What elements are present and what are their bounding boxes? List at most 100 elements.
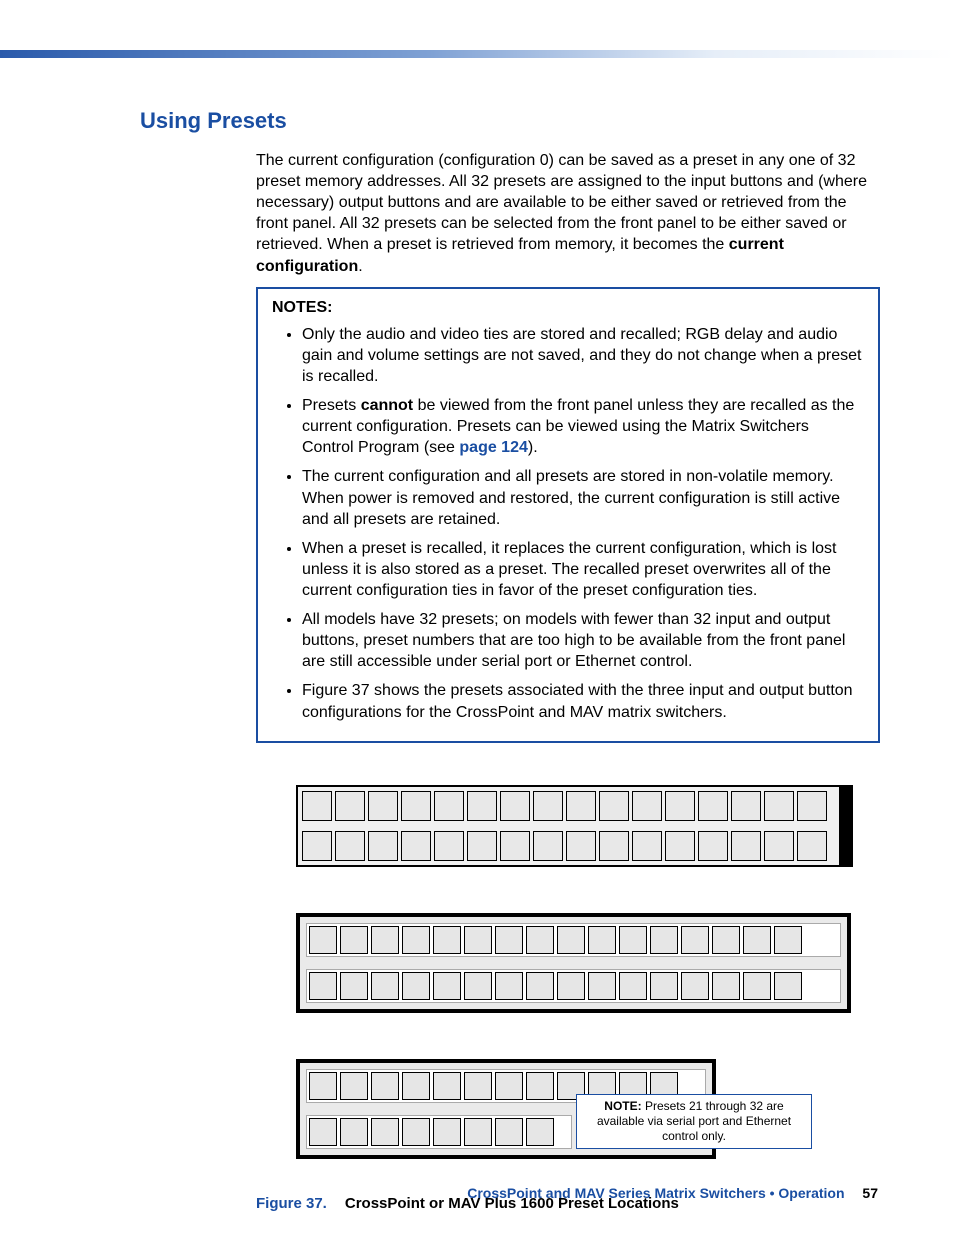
preset-button (500, 791, 530, 821)
preset-button (309, 1072, 337, 1100)
preset-button (566, 791, 596, 821)
preset-button (797, 791, 827, 821)
preset-button (464, 1072, 492, 1100)
preset-button (340, 1072, 368, 1100)
preset-button (371, 926, 399, 954)
footer-text: CrossPoint and MAV Series Matrix Switche… (467, 1185, 844, 1201)
page-link[interactable]: page 124 (459, 439, 527, 456)
preset-button (533, 791, 563, 821)
preset-button (368, 791, 398, 821)
preset-button (650, 972, 678, 1000)
preset-button (464, 1118, 492, 1146)
preset-button (665, 791, 695, 821)
preset-button (335, 791, 365, 821)
button-row (306, 923, 841, 957)
preset-button (335, 831, 365, 861)
preset-button (526, 926, 554, 954)
preset-button (434, 791, 464, 821)
preset-button (619, 926, 647, 954)
preset-button (774, 972, 802, 1000)
preset-button (433, 1072, 461, 1100)
panel-frame (296, 785, 841, 867)
preset-button (495, 972, 523, 1000)
preset-button (632, 791, 662, 821)
note-item: When a preset is recalled, it replaces t… (302, 538, 864, 601)
panel-frame (296, 913, 851, 1013)
preset-button (599, 791, 629, 821)
preset-button (764, 831, 794, 861)
panel-end-block (839, 785, 853, 867)
page-number: 57 (862, 1185, 878, 1201)
preset-button (309, 1118, 337, 1146)
preset-button (557, 972, 585, 1000)
preset-button (712, 926, 740, 954)
preset-button (495, 1072, 523, 1100)
note-text: When a preset is recalled, it replaces t… (302, 540, 836, 599)
preset-button (588, 926, 616, 954)
preset-button (526, 972, 554, 1000)
preset-button (526, 1072, 554, 1100)
preset-button (309, 972, 337, 1000)
preset-button (619, 972, 647, 1000)
preset-button (402, 1072, 430, 1100)
preset-button (764, 791, 794, 821)
preset-button (464, 926, 492, 954)
preset-button (340, 926, 368, 954)
button-row (302, 831, 835, 861)
preset-button (743, 972, 771, 1000)
preset-button (464, 972, 492, 1000)
preset-button (731, 831, 761, 861)
preset-button (712, 972, 740, 1000)
preset-button (433, 972, 461, 1000)
preset-button (402, 1118, 430, 1146)
preset-button (402, 926, 430, 954)
panel-diagram-a (296, 785, 880, 867)
note-text: All models have 32 presets; on models wi… (302, 611, 845, 670)
preset-button (368, 831, 398, 861)
figure-number: Figure 37. (256, 1195, 327, 1212)
button-row (306, 969, 841, 1003)
inset-note-label: NOTE: (604, 1099, 641, 1113)
preset-button (340, 1118, 368, 1146)
preset-button (467, 831, 497, 861)
note-item: All models have 32 presets; on models wi… (302, 609, 864, 672)
preset-button (566, 831, 596, 861)
note-item: The current configuration and all preset… (302, 466, 864, 529)
figure-area: NOTE: Presets 21 through 32 are availabl… (296, 785, 880, 1159)
preset-button (731, 791, 761, 821)
page: Using Presets The current configuration … (0, 0, 954, 1235)
preset-button (495, 1118, 523, 1146)
preset-button (681, 972, 709, 1000)
preset-button (495, 926, 523, 954)
note-text: Presets (302, 397, 361, 414)
note-bold: cannot (361, 397, 413, 414)
preset-button (588, 972, 616, 1000)
preset-button (665, 831, 695, 861)
preset-button (371, 972, 399, 1000)
note-text: The current configuration and all preset… (302, 468, 840, 527)
note-text: Only the audio and video ties are stored… (302, 326, 862, 385)
preset-button (774, 926, 802, 954)
note-item: Presets cannot be viewed from the front … (302, 395, 864, 458)
preset-button (309, 926, 337, 954)
button-row (306, 1115, 572, 1149)
note-text: Figure 37 shows the presets associated w… (302, 682, 853, 720)
note-text: ). (528, 439, 538, 456)
preset-button (599, 831, 629, 861)
preset-button (533, 831, 563, 861)
preset-button (557, 926, 585, 954)
preset-button (401, 791, 431, 821)
panel-diagram-c: NOTE: Presets 21 through 32 are availabl… (296, 1059, 880, 1159)
notes-title: NOTES: (272, 297, 864, 318)
notes-list: Only the audio and video ties are stored… (272, 324, 864, 723)
top-accent-bar (0, 50, 954, 58)
preset-button (371, 1118, 399, 1146)
preset-button (302, 791, 332, 821)
page-footer: CrossPoint and MAV Series Matrix Switche… (467, 1185, 878, 1201)
preset-button (433, 1118, 461, 1146)
panel-frame: NOTE: Presets 21 through 32 are availabl… (296, 1059, 716, 1159)
preset-button (434, 831, 464, 861)
panel-diagram-b (296, 913, 851, 1013)
preset-button (698, 831, 728, 861)
section-heading: Using Presets (140, 108, 880, 134)
